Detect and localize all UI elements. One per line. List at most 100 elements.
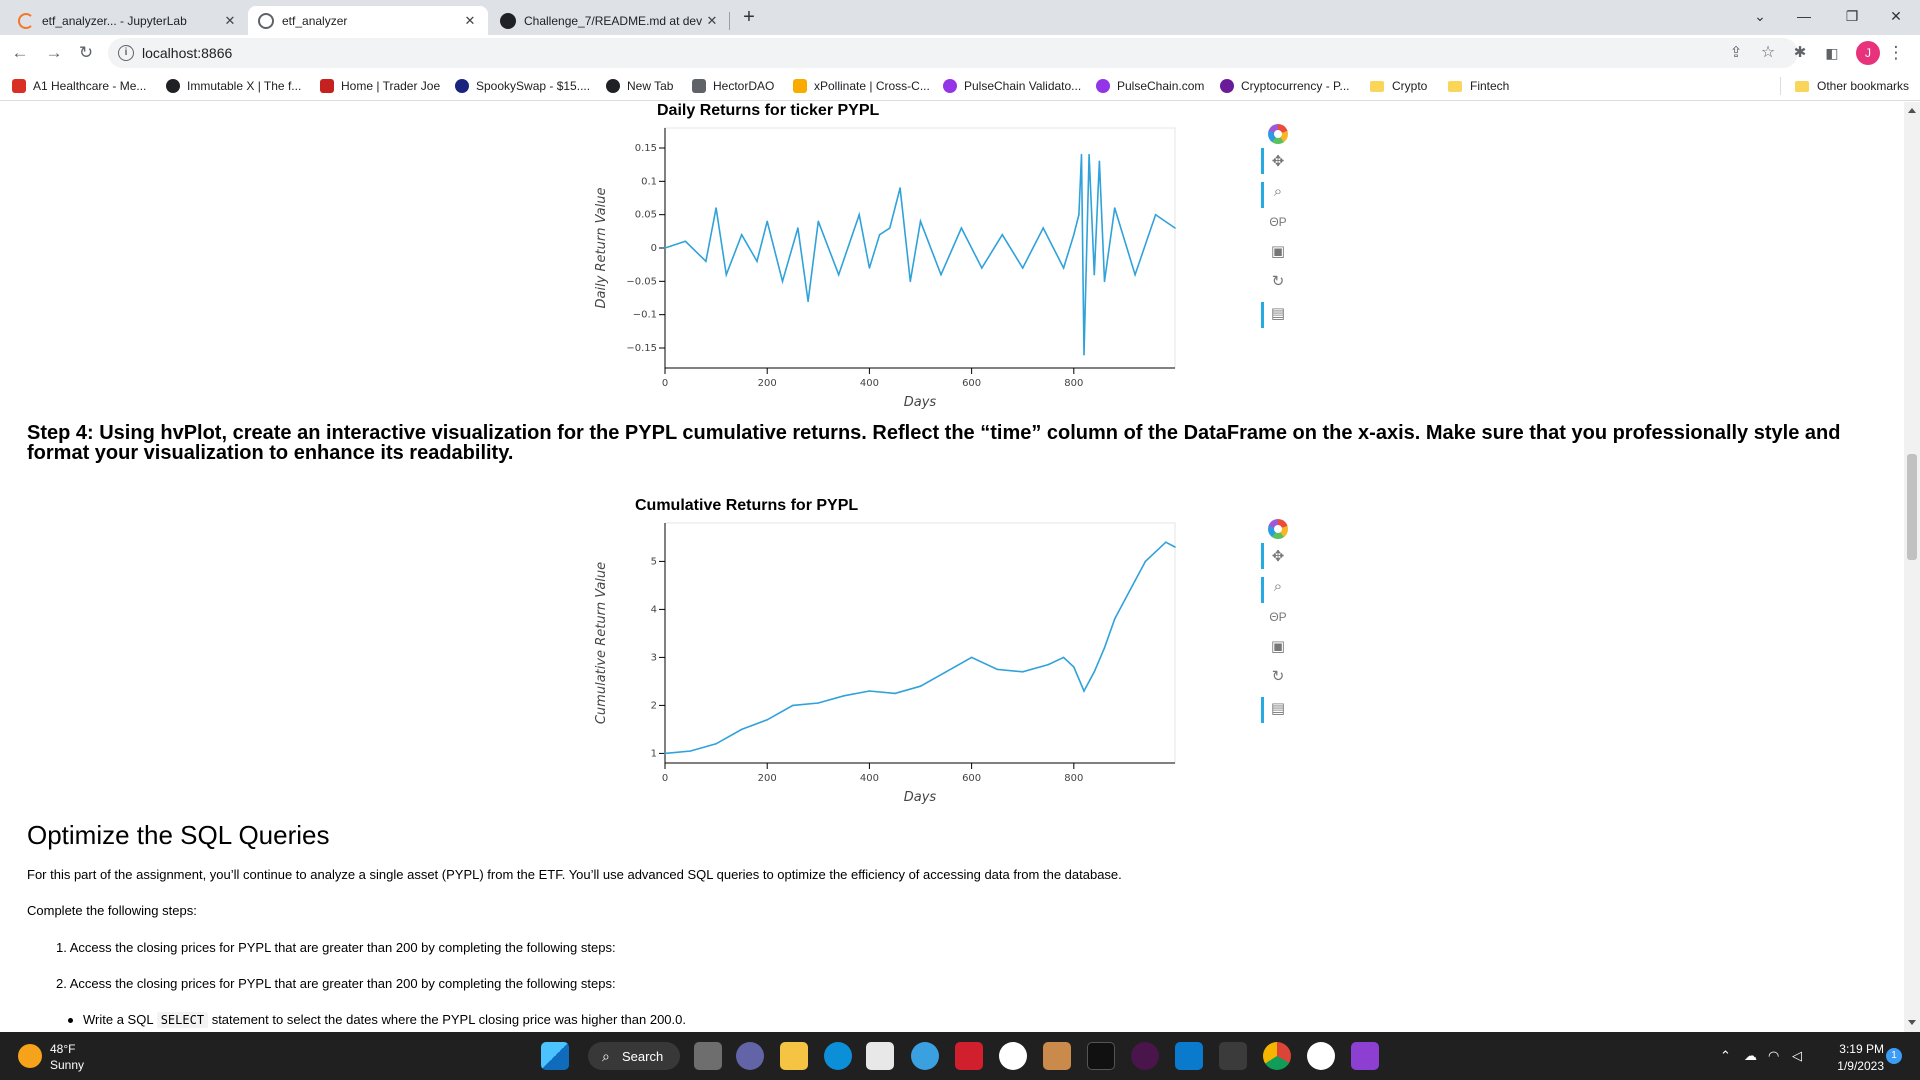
clock-date[interactable]: 1/9/2023 (1826, 1059, 1884, 1073)
address-bar[interactable]: i localhost:8866 ⇪ ☆ (108, 38, 1798, 68)
data-point (899, 187, 901, 189)
wheel-zoom-icon[interactable]: ΘP (1265, 605, 1291, 629)
active-tool-indicator (1261, 302, 1264, 328)
folder-icon (1795, 80, 1809, 92)
side-panel-icon[interactable]: ◧ (1820, 41, 1844, 65)
edge-icon[interactable] (824, 1042, 852, 1070)
sun-icon[interactable] (18, 1044, 42, 1068)
new-tab-button[interactable]: + (738, 7, 760, 29)
clipchamp-icon[interactable] (1351, 1042, 1379, 1070)
wifi-icon[interactable]: ◠ (1768, 1048, 1779, 1064)
box-zoom-icon[interactable]: ⌕ (1265, 180, 1291, 204)
task-view-icon[interactable] (694, 1042, 722, 1070)
other-bookmarks[interactable]: Other bookmarks (1795, 78, 1909, 94)
media-player-icon[interactable] (1307, 1042, 1335, 1070)
y-tick-label: 0.15 (635, 143, 657, 154)
bookmark-folder-crypto[interactable]: Crypto (1370, 78, 1427, 94)
restore-button[interactable]: ❐ (1832, 4, 1872, 28)
bookmark-new-tab[interactable]: New Tab (606, 78, 673, 94)
app-icon[interactable] (999, 1042, 1027, 1070)
data-point (1134, 273, 1136, 276)
scroll-up-icon[interactable] (1908, 108, 1916, 113)
scroll-down-icon[interactable] (1908, 1020, 1916, 1025)
page-scrollbar[interactable] (1904, 102, 1920, 1032)
windows-start-icon[interactable] (541, 1042, 569, 1070)
git-icon[interactable] (1219, 1042, 1247, 1070)
teams-chat-icon[interactable] (736, 1042, 764, 1070)
bookmark-xpollinate[interactable]: xPollinate | Cross-C... (793, 78, 930, 94)
bookmark-pulsechain-validator[interactable]: PulseChain Validato... (943, 78, 1081, 94)
pan-icon[interactable]: ✥ (1265, 150, 1291, 174)
bookmark-label: Fintech (1470, 79, 1510, 93)
tab-github-readme[interactable]: Challenge_7/README.md at dev ✕ (490, 6, 730, 35)
back-arrow-icon[interactable]: ← (8, 41, 32, 65)
scroll-thumb[interactable] (1907, 454, 1917, 560)
data-point (1042, 227, 1044, 229)
clock-time[interactable]: 3:19 PM (1836, 1042, 1884, 1056)
bookmark-label: Home | Trader Joe (341, 79, 441, 93)
star-icon[interactable]: ☆ (1756, 41, 1780, 65)
vscode-icon[interactable] (1175, 1042, 1203, 1070)
cumulative-returns-chart[interactable]: 0 200 400 600 800 1 2 3 4 5 Days Cumulative Return … (585, 517, 1265, 807)
weather-temperature[interactable]: 48°F (50, 1042, 75, 1056)
site-info-icon[interactable]: i (118, 45, 134, 61)
chrome-icon[interactable] (1263, 1042, 1291, 1070)
minimize-button[interactable]: — (1784, 4, 1824, 28)
extensions-icon[interactable]: ✱ (1788, 41, 1812, 65)
bookmark-a1-healthcare[interactable]: A1 Healthcare - Me... (12, 78, 146, 94)
bookmark-spookyswap[interactable]: SpookySwap - $15.... (455, 78, 590, 94)
bookmark-pulsechain[interactable]: PulseChain.com (1096, 78, 1204, 94)
slack-icon[interactable] (1131, 1042, 1159, 1070)
tab-separator (729, 12, 730, 30)
data-point (1047, 663, 1050, 666)
reset-icon[interactable]: ↻ (1265, 665, 1291, 689)
close-icon[interactable]: ✕ (222, 13, 238, 29)
bokeh-logo-icon[interactable] (1268, 124, 1288, 144)
bookmark-hectordao[interactable]: HectorDAO (692, 78, 774, 94)
mcafee-icon[interactable] (955, 1042, 983, 1070)
help-icon[interactable] (911, 1042, 939, 1070)
pan-icon[interactable]: ✥ (1265, 545, 1291, 569)
reload-icon[interactable]: ↻ (74, 41, 98, 65)
bookmark-icon (1096, 79, 1110, 93)
bookmark-cryptocurrency[interactable]: Cryptocurrency - P... (1220, 78, 1349, 94)
cloud-icon[interactable]: ☁ (1744, 1048, 1757, 1064)
bookmark-folder-fintech[interactable]: Fintech (1448, 78, 1509, 94)
menu-dots-icon[interactable]: ⋮ (1884, 41, 1908, 65)
bokeh-logo-icon[interactable] (1268, 519, 1288, 539)
volume-icon[interactable]: ◁ (1792, 1048, 1802, 1064)
save-icon[interactable]: ▣ (1265, 240, 1291, 264)
url-text[interactable]: localhost:8866 (142, 45, 232, 61)
close-icon[interactable]: ✕ (704, 13, 720, 29)
reset-icon[interactable]: ↻ (1265, 270, 1291, 294)
data-point (837, 273, 840, 276)
share-icon[interactable]: ⇪ (1724, 41, 1748, 65)
hover-icon[interactable]: ▤ (1265, 302, 1291, 326)
save-icon[interactable]: ▣ (1265, 635, 1291, 659)
file-explorer-icon[interactable] (780, 1042, 808, 1070)
tab-etf-analyzer[interactable]: etf_analyzer ✕ (248, 6, 488, 35)
profile-avatar[interactable]: J (1856, 41, 1880, 65)
store-icon[interactable] (866, 1042, 894, 1070)
taskbar-search[interactable]: ⌕ Search (588, 1042, 680, 1070)
tab-search-chevron-icon[interactable]: ⌄ (1740, 4, 1780, 28)
bookmark-icon (166, 79, 180, 93)
bookmark-trader-joe[interactable]: Home | Trader Joe (320, 78, 440, 94)
tab-jupyterlab[interactable]: etf_analyzer... - JupyterLab ✕ (8, 6, 248, 35)
weather-condition[interactable]: Sunny (50, 1058, 84, 1072)
box-zoom-icon[interactable]: ⌕ (1265, 575, 1291, 599)
windows-taskbar: 48°F Sunny ⌕ Search ⌃ ☁ ◠ ◁ 3:19 PM 1/9/… (0, 1032, 1920, 1080)
notification-badge[interactable]: 1 (1886, 1048, 1902, 1064)
bookmark-label: SpookySwap - $15.... (476, 79, 591, 93)
package-icon[interactable] (1043, 1042, 1071, 1070)
close-window-button[interactable]: ✕ (1876, 4, 1916, 28)
bookmark-label: Other bookmarks (1817, 79, 1910, 93)
forward-arrow-icon[interactable]: → (42, 41, 66, 65)
bookmark-immutable-x[interactable]: Immutable X | The f... (166, 78, 301, 94)
daily-returns-chart[interactable]: 0 200 400 600 800 0.15 0.1 0.05 0 −0.05 −0.1 −0.15 D… (585, 122, 1265, 412)
terminal-icon[interactable] (1087, 1042, 1115, 1070)
close-icon[interactable]: ✕ (462, 13, 478, 29)
hover-icon[interactable]: ▤ (1265, 697, 1291, 721)
wheel-zoom-icon[interactable]: ΘP (1265, 210, 1291, 234)
tray-chevron-icon[interactable]: ⌃ (1720, 1048, 1731, 1064)
